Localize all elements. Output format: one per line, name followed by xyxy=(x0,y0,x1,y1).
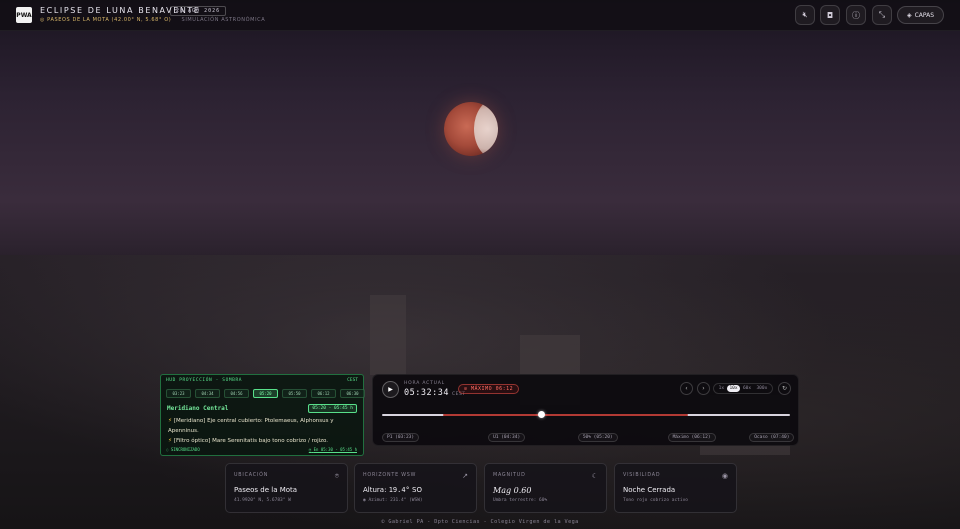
card-label: VISIBILIDAD xyxy=(623,473,661,478)
timeline-event-button[interactable]: Máximo (06:12) xyxy=(667,433,716,442)
layers-button[interactable]: ◈ CAPAS xyxy=(897,6,944,24)
speed-option[interactable]: 10x xyxy=(727,385,740,392)
timeline-event-button[interactable]: U1 (04:34) xyxy=(488,433,526,442)
hud-phase: Meridiano Central xyxy=(167,405,229,412)
card-value: Mag 0.60 xyxy=(493,486,532,495)
hud-time-button[interactable]: 06:30 xyxy=(340,389,365,398)
card-value: Noche Cerrada xyxy=(623,486,676,494)
horizon-card: HORIZONTE WSW ↗ Altura: 19.4° SO ◉ Azimu… xyxy=(354,463,477,513)
card-label: UBICACIÓN xyxy=(234,473,269,478)
step-forward-button[interactable]: › xyxy=(697,382,710,395)
play-icon: ▶ xyxy=(388,386,393,393)
hud-timezone: CEST xyxy=(347,378,358,383)
hud-range: 05:20 - 05:45 h xyxy=(308,404,357,413)
eclipsed-moon[interactable] xyxy=(444,102,498,156)
info-icon: ⓘ xyxy=(852,10,860,20)
location-subtitle: ◎ PASEOS DE LA MOTA (42.00° N, 5.68° O) … xyxy=(40,17,265,23)
hud-time-button[interactable]: 03:23 xyxy=(166,389,191,398)
pwa-logo: PWA xyxy=(16,7,32,23)
arrow-up-right-icon: ↗ xyxy=(462,472,468,480)
moon-icon: ☾ xyxy=(591,472,598,480)
card-sub: 41.9920° N, 5.6783° W xyxy=(234,498,291,503)
eye-icon: ◉ xyxy=(721,472,728,480)
magnitude-card: MAGNITUD ☾ Mag 0.60 Umbra terrestre: 60% xyxy=(484,463,607,513)
card-sub: ◉ Azimut: 231.4° (WSW) xyxy=(363,498,423,503)
reset-icon: ↻ xyxy=(781,385,788,392)
compass-icon: ◉ xyxy=(363,498,366,503)
camera-button[interactable]: ◘ xyxy=(820,5,840,25)
card-value: Altura: 19.4° SO xyxy=(363,486,422,494)
timeline-event-button[interactable]: Ocaso (07:40) xyxy=(749,433,795,442)
speed-option[interactable]: 60x xyxy=(741,385,753,392)
map-pin-icon: ⌾ xyxy=(334,472,339,480)
play-button[interactable]: ▶ xyxy=(382,381,399,398)
visibility-card: VISIBILIDAD ◉ Noche Cerrada Tono rojo co… xyxy=(614,463,737,513)
hud-time-button[interactable]: 05:20 xyxy=(253,389,278,398)
timeline-track[interactable] xyxy=(382,411,790,418)
location-text: PASEOS DE LA MOTA (42.00° N, 5.68° O) xyxy=(47,17,172,23)
location-pin-icon: ◎ xyxy=(40,17,45,23)
hud-time-button[interactable]: 04:56 xyxy=(224,389,249,398)
sync-icon: ◌ xyxy=(166,447,169,452)
speed-selector: 1x 10x 60x 300x xyxy=(713,383,773,394)
date-badge: 28 AGO 2026 xyxy=(170,6,227,16)
maximum-button[interactable]: ⊘ MÁXIMO 06:12 xyxy=(458,384,520,394)
target-icon: ⊘ xyxy=(464,386,468,392)
step-back-button[interactable]: ‹ xyxy=(680,382,693,395)
card-sub: Tono rojo cobrizo activo xyxy=(623,498,689,503)
hud-time-button[interactable]: 04:34 xyxy=(195,389,220,398)
hud-time-button[interactable]: 06:12 xyxy=(311,389,336,398)
timeline-events: P1 (03:23) U1 (04:34) 50% (05:20) Máximo (0… xyxy=(382,433,795,443)
hud-notes: ⚡ [Meridiano] Eje central cubierto: Ptole… xyxy=(168,416,363,446)
speaker-mute-icon: 🔇︎ xyxy=(802,10,808,19)
card-value: Paseos de la Mota xyxy=(234,486,298,494)
hud-title: HUD PROYECCIÓN - SOMBRA xyxy=(166,378,243,383)
collapse-icon: ⤡ xyxy=(878,10,886,19)
hud-note-text: [Filtro óptico] Mare Serenitatis bajo to… xyxy=(173,438,329,444)
hud-note: ⚡ [Meridiano] Eje central cubierto: Ptole… xyxy=(168,416,363,436)
camera-icon: ◘ xyxy=(826,10,834,20)
reset-button[interactable]: ↻ xyxy=(778,382,791,395)
hud-time-button[interactable]: 05:50 xyxy=(282,389,307,398)
tower-silhouette xyxy=(370,295,406,375)
hud-sync-status: ◌ SINCRONIZADO xyxy=(166,447,200,452)
speed-option[interactable]: 1x xyxy=(717,385,726,392)
mode-text: SIMULACIÓN ASTRONÓMICA xyxy=(181,17,266,23)
umbra-segment xyxy=(443,414,688,416)
footer-credit: © Gabriel PA - Dpto Ciencias - Colegio V… xyxy=(381,519,579,525)
layers-icon: ◈ xyxy=(906,11,912,19)
timeline-panel: ▶ HORA ACTUAL 05:32:34 CEST ⊘ MÁXIMO 06:1… xyxy=(372,374,799,446)
hud-panel: HUD PROYECCIÓN - SOMBRA CEST 03:23 04:34 0… xyxy=(160,374,365,456)
current-time: 05:32:34 CEST xyxy=(404,388,466,398)
timeline-event-button[interactable]: 50% (05:20) xyxy=(577,433,618,442)
layers-label: CAPAS xyxy=(914,11,935,19)
card-label: HORIZONTE WSW xyxy=(363,473,417,478)
clock-icon: ◷ xyxy=(308,447,312,452)
hud-note-text: [Meridiano] Eje central cubierto: Ptolem… xyxy=(168,418,334,434)
collapse-button[interactable]: ⤡ xyxy=(872,5,892,25)
hud-note: ⚡ [Filtro óptico] Mare Serenitatis bajo t… xyxy=(168,436,363,446)
moon-lit-limb xyxy=(474,102,498,156)
card-sub: Umbra terrestre: 60% xyxy=(493,498,548,503)
chevron-right-icon: › xyxy=(702,385,705,392)
current-time-label: HORA ACTUAL xyxy=(404,381,445,386)
timeline-event-button[interactable]: P1 (03:23) xyxy=(382,433,420,442)
location-card: UBICACIÓN ⌾ Paseos de la Mota 41.9920° N… xyxy=(225,463,348,513)
info-button[interactable]: ⓘ xyxy=(846,5,866,25)
timeline-scrubber[interactable] xyxy=(537,411,545,418)
top-bar: PWA ECLIPSE DE LUNA BENAVENTE 28 AGO 202… xyxy=(0,0,960,31)
bolt-icon: ⚡ xyxy=(168,418,172,424)
card-label: MAGNITUD xyxy=(493,473,526,478)
chevron-left-icon: ‹ xyxy=(685,385,688,392)
speed-option[interactable]: 300x xyxy=(754,385,769,392)
bolt-icon: ⚡ xyxy=(168,438,172,444)
hud-window-link[interactable]: ◷ En 05:30 - 05:45 h xyxy=(309,447,357,452)
hud-time-selector: 03:23 04:34 04:56 05:20 05:50 06:12 06:30 xyxy=(166,389,365,398)
mute-button[interactable]: 🔇︎ xyxy=(795,5,815,25)
